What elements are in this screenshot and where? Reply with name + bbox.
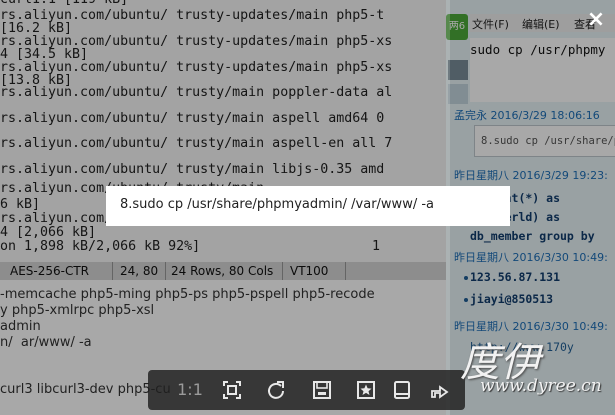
fit-screen-icon (223, 381, 241, 399)
tablet-icon (394, 381, 410, 399)
zoom-original-button[interactable]: 1:1 (176, 376, 204, 404)
watermark: 度伊 www.dyree.cn (460, 330, 610, 410)
save-icon (313, 381, 331, 399)
share-icon (431, 385, 449, 399)
watermark-url: www.dyree.cn (480, 376, 602, 396)
fit-screen-button[interactable] (218, 376, 246, 404)
save-button[interactable] (308, 376, 336, 404)
highlighted-command-text: 8.sudo cp /usr/share/phpmyadmin/ /var/ww… (120, 197, 434, 212)
rotate-button[interactable] (262, 376, 290, 404)
device-view-button[interactable] (388, 376, 416, 404)
favorite-button[interactable] (352, 376, 380, 404)
rotate-icon (268, 381, 284, 399)
close-button[interactable]: × (584, 8, 608, 32)
highlighted-command-box: 8.sudo cp /usr/share/phpmyadmin/ /var/ww… (106, 186, 510, 226)
image-viewer-toolbar: 1:1 (148, 370, 465, 410)
share-button[interactable] (426, 376, 454, 404)
favorite-icon (357, 381, 375, 399)
